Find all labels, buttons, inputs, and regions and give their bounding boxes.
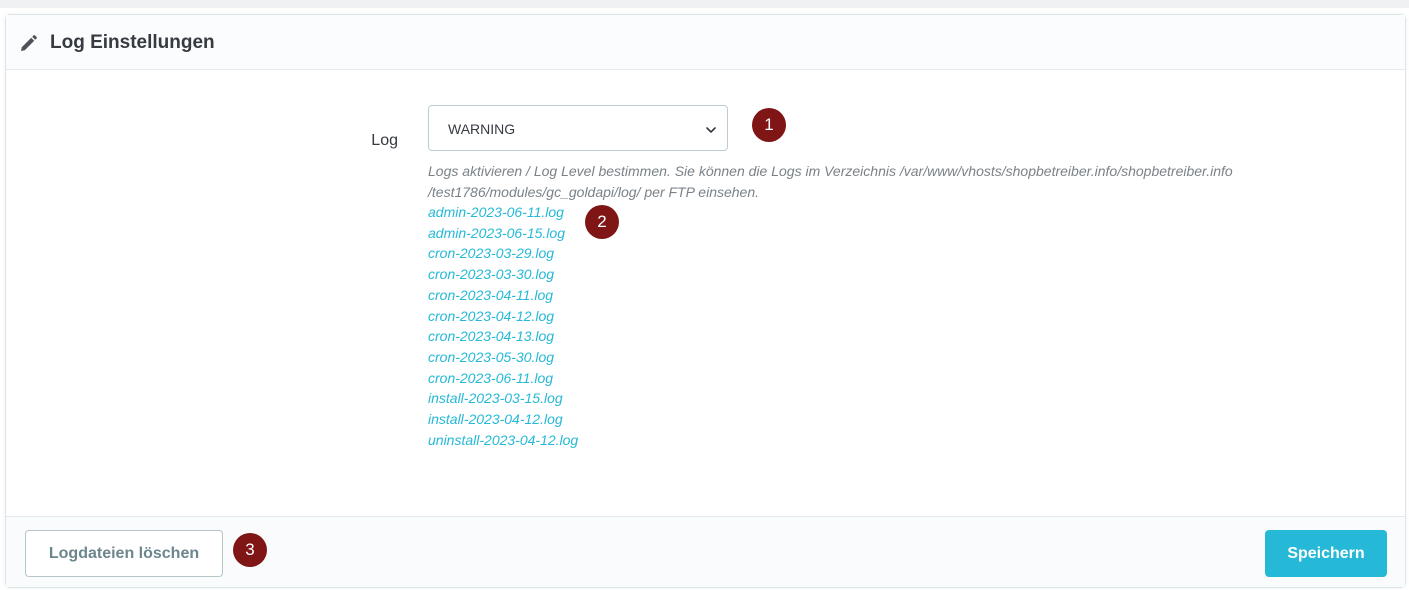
log-file-link[interactable]: cron-2023-06-11.log (428, 368, 578, 389)
log-file-list: admin-2023-06-11.log admin-2023-06-15.lo… (428, 202, 578, 450)
panel-footer: Logdateien löschen 3 Speichern (6, 516, 1405, 587)
callout-badge-2: 2 (585, 205, 619, 239)
log-file-link[interactable]: cron-2023-04-12.log (428, 306, 578, 327)
log-file-link[interactable]: uninstall-2023-04-12.log (428, 430, 578, 451)
log-file-link[interactable]: admin-2023-06-15.log (428, 223, 578, 244)
log-level-value: WARNING (448, 121, 516, 137)
callout-badge-1: 1 (752, 108, 786, 142)
panel-title: Log Einstellungen (50, 32, 215, 53)
log-label: Log (371, 132, 398, 149)
log-file-link[interactable]: install-2023-04-12.log (428, 409, 578, 430)
log-file-link[interactable]: cron-2023-04-11.log (428, 285, 578, 306)
save-button[interactable]: Speichern (1265, 530, 1387, 577)
log-file-link[interactable]: cron-2023-04-13.log (428, 326, 578, 347)
top-strip (0, 0, 1409, 8)
help-text-line-2: /test1786/modules/gc_goldapi/log/ per FT… (428, 184, 760, 200)
log-level-select[interactable]: WARNING (428, 105, 728, 151)
delete-logs-button[interactable]: Logdateien löschen (25, 530, 223, 577)
log-help-text: Logs aktivieren / Log Level bestimmen. S… (428, 161, 1258, 203)
help-text-line-1: Logs aktivieren / Log Level bestimmen. S… (428, 163, 1233, 179)
log-file-link[interactable]: install-2023-03-15.log (428, 388, 578, 409)
callout-badge-3: 3 (233, 533, 267, 567)
log-file-link[interactable]: cron-2023-03-30.log (428, 264, 578, 285)
pencil-icon (18, 34, 38, 54)
panel-header: Log Einstellungen (6, 15, 1405, 70)
log-file-link[interactable]: cron-2023-03-29.log (428, 243, 578, 264)
chevron-down-icon (705, 123, 717, 135)
log-settings-panel: Log Einstellungen Log WARNING 1 Logs akt… (5, 14, 1406, 588)
log-file-link[interactable]: admin-2023-06-11.log (428, 202, 578, 223)
log-file-link[interactable]: cron-2023-05-30.log (428, 347, 578, 368)
